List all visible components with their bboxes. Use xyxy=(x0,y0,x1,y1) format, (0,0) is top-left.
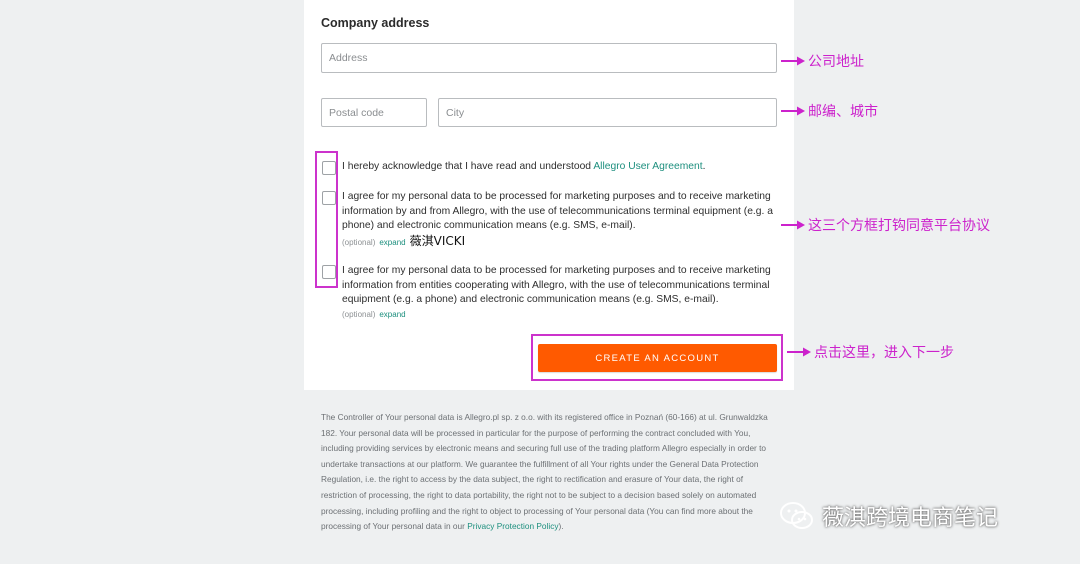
arrow-right-icon xyxy=(781,56,805,66)
expand-link[interactable]: expand xyxy=(379,238,405,247)
arrow-right-icon xyxy=(781,106,805,116)
annotation-button-text: 点击这里，进入下一步 xyxy=(814,345,954,361)
annotation-postal-city-text: 邮编、城市 xyxy=(808,104,878,120)
annotation-address: 公司地址 xyxy=(781,51,864,71)
consent-agreement-text: I hereby acknowledge that I have read an… xyxy=(342,160,782,175)
consent-marketing-partners-text: I agree for my personal data to be proce… xyxy=(342,264,782,323)
watermark-text: 薇淇跨境电商笔记 xyxy=(822,506,999,531)
postal-code-field[interactable] xyxy=(321,98,427,127)
annotation-button: 点击这里，进入下一步 xyxy=(787,342,954,362)
annotation-address-text: 公司地址 xyxy=(808,54,864,70)
create-account-button[interactable]: CREATE AN ACCOUNT xyxy=(538,344,777,372)
privacy-notice: The Controller of Your personal data is … xyxy=(321,410,779,535)
consent2-text: I agree for my personal data to be proce… xyxy=(342,191,773,232)
watermark: 薇淇跨境电商笔记 xyxy=(780,500,998,532)
checkbox-highlight-box xyxy=(315,151,338,288)
consent1-suffix: . xyxy=(702,161,706,172)
privacy-notice-text: The Controller of Your personal data is … xyxy=(321,412,768,532)
user-agreement-link[interactable]: Allegro User Agreement xyxy=(593,161,702,172)
consent1-text: I hereby acknowledge that I have read an… xyxy=(342,161,594,172)
address-input[interactable] xyxy=(322,44,776,72)
optional-label: (optional) xyxy=(342,238,376,248)
annotation-checkboxes-text: 这三个方框打钩同意平台协议 xyxy=(808,218,990,234)
city-field[interactable] xyxy=(438,98,777,127)
wechat-icon xyxy=(780,502,813,529)
inline-watermark: 薇淇VICKI xyxy=(409,234,466,249)
privacy-notice-suffix: ). xyxy=(558,521,564,532)
privacy-policy-link[interactable]: Privacy Protection Policy xyxy=(467,521,558,531)
arrow-right-icon xyxy=(781,220,805,230)
consent-marketing-allegro-text: I agree for my personal data to be proce… xyxy=(342,190,782,251)
consent3-text: I agree for my personal data to be proce… xyxy=(342,265,771,306)
annotation-postal-city: 邮编、城市 xyxy=(781,101,878,121)
arrow-right-icon xyxy=(787,347,811,357)
city-input[interactable] xyxy=(439,99,776,126)
postal-code-input[interactable] xyxy=(322,99,426,126)
annotation-checkboxes: 这三个方框打钩同意平台协议 xyxy=(781,215,990,235)
expand-link[interactable]: expand xyxy=(379,310,405,319)
section-title: Company address xyxy=(321,16,430,30)
optional-label: (optional) xyxy=(342,310,376,320)
address-field[interactable] xyxy=(321,43,777,73)
